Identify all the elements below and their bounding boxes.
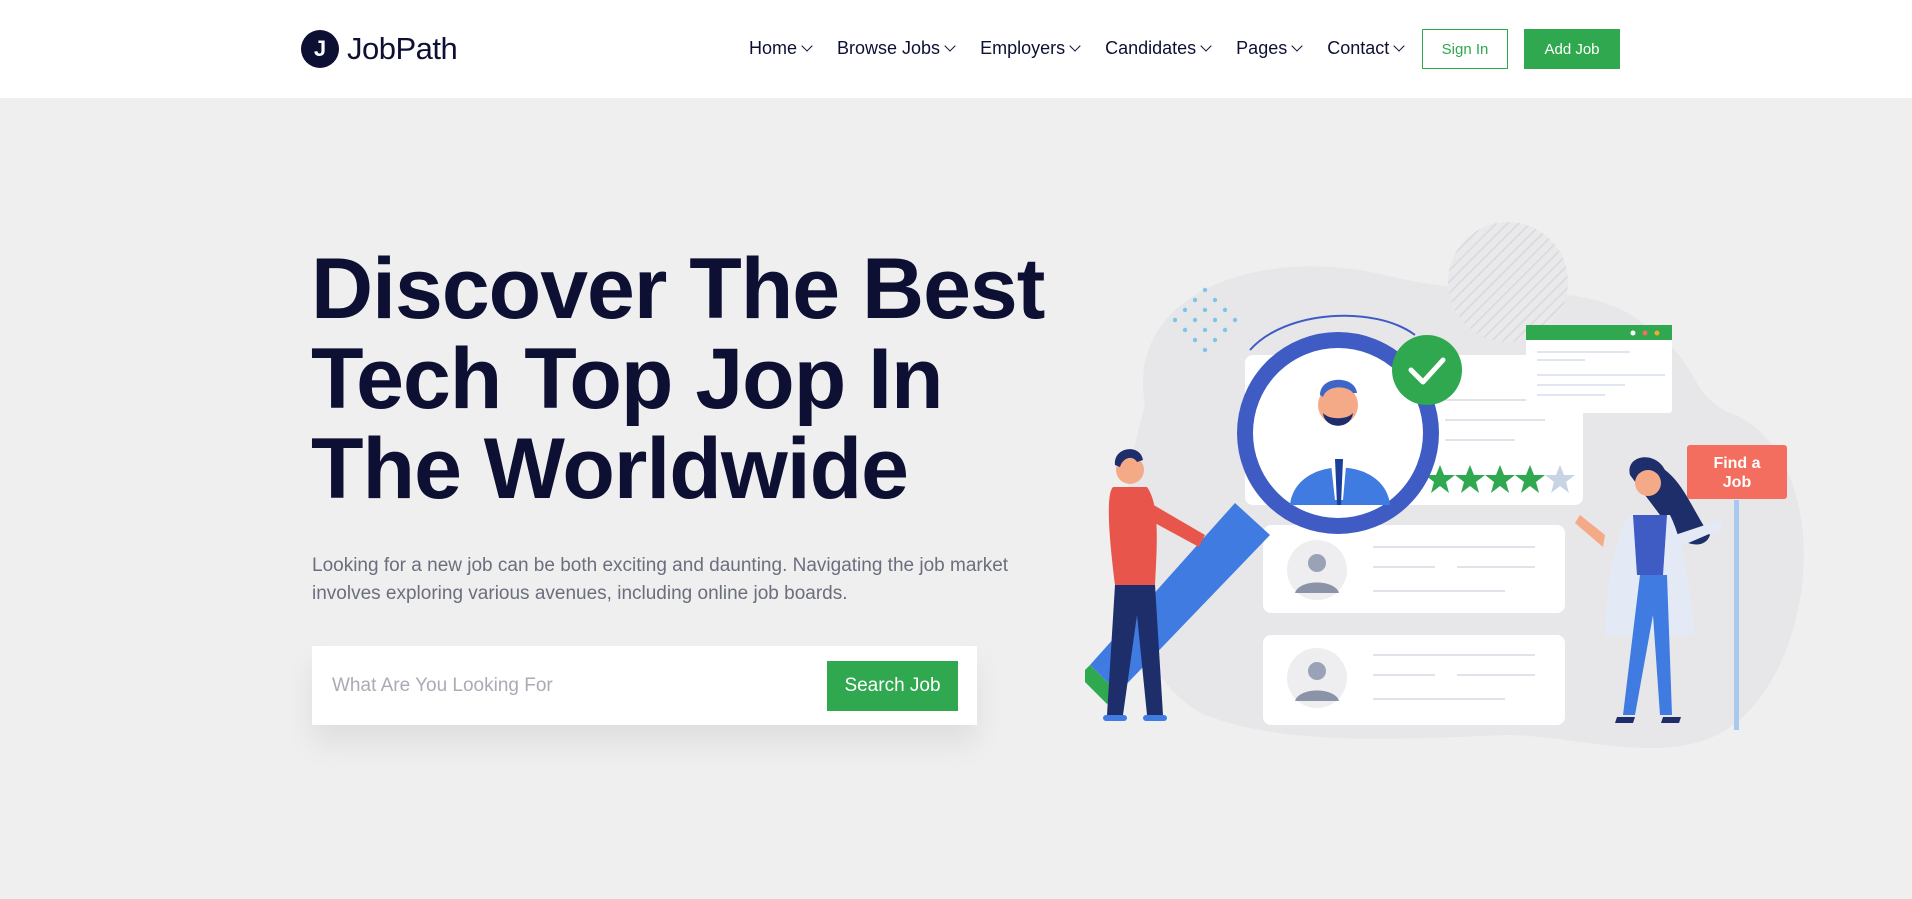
browser-window-icon xyxy=(1526,325,1672,413)
site-header: J JobPath Home Browse Jobs Employers Can… xyxy=(0,0,1912,98)
logo[interactable]: J JobPath xyxy=(301,30,458,68)
chevron-down-icon xyxy=(1200,40,1212,52)
candidate-card xyxy=(1263,525,1565,613)
chevron-down-icon xyxy=(1393,40,1405,52)
nav-label: Pages xyxy=(1236,38,1288,58)
chevron-down-icon xyxy=(944,40,956,52)
search-input[interactable] xyxy=(332,666,812,706)
chevron-down-icon xyxy=(801,40,813,52)
hero-title: Discover The Best Tech Top Jop In The Wo… xyxy=(311,244,1071,514)
chevron-down-icon xyxy=(1291,40,1303,52)
hero-title-line: Discover The Best xyxy=(311,241,1045,337)
nav-item-employers[interactable]: Employers xyxy=(980,38,1081,59)
sign-text-line2: Job xyxy=(1723,474,1752,491)
check-badge-icon xyxy=(1392,335,1462,405)
hero-title-line: Tech Top Jop In xyxy=(311,331,944,427)
nav-label: Candidates xyxy=(1105,38,1197,58)
sign-in-button[interactable]: Sign In xyxy=(1422,29,1508,69)
nav-item-home[interactable]: Home xyxy=(749,38,813,59)
add-job-button[interactable]: Add Job xyxy=(1524,29,1620,69)
sign-text-line1: Find a xyxy=(1713,455,1760,472)
job-search-form: Search Job xyxy=(312,646,977,725)
nav-label: Employers xyxy=(980,38,1066,58)
nav-label: Contact xyxy=(1327,38,1390,58)
logo-text: JobPath xyxy=(347,31,458,66)
search-job-button[interactable]: Search Job xyxy=(827,661,958,711)
logo-mark-icon: J xyxy=(301,30,339,68)
nav-label: Home xyxy=(749,38,798,58)
hero-description: Looking for a new job can be both exciti… xyxy=(312,555,1009,604)
main-nav: Home Browse Jobs Employers Candidates Pa… xyxy=(749,38,1429,59)
hero-illustration: Find a Job xyxy=(1085,222,1804,749)
hero-title-line: The Worldwide xyxy=(311,421,909,517)
hatched-circle xyxy=(1448,222,1568,342)
nav-item-candidates[interactable]: Candidates xyxy=(1105,38,1212,59)
nav-item-contact[interactable]: Contact xyxy=(1327,38,1405,59)
candidate-card xyxy=(1263,635,1565,725)
chevron-down-icon xyxy=(1069,40,1081,52)
nav-item-browse-jobs[interactable]: Browse Jobs xyxy=(837,38,956,59)
nav-item-pages[interactable]: Pages xyxy=(1236,38,1303,59)
nav-label: Browse Jobs xyxy=(837,38,941,58)
